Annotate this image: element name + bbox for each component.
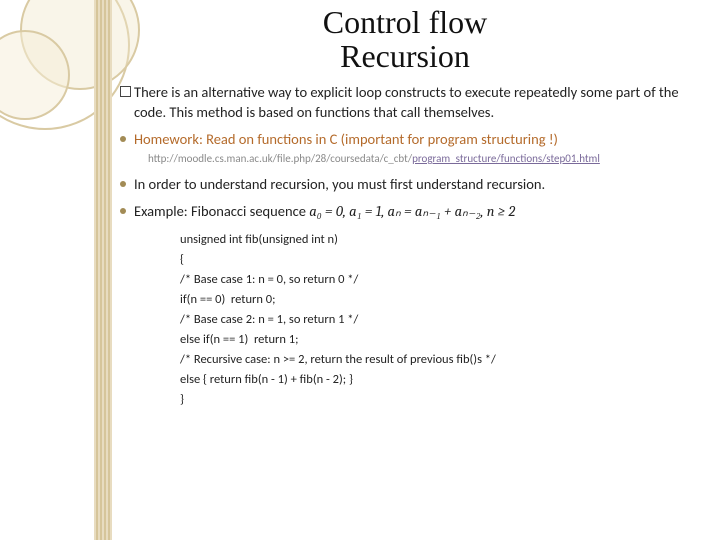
page-title: Control flow Recursion <box>195 6 615 73</box>
code-line: unsigned int fib(unsigned int n) <box>180 230 690 250</box>
code-block: unsigned int fib(unsigned int n) { /* Ba… <box>180 230 690 410</box>
code-line: else { return fib(n - 1) + fib(n - 2); } <box>180 370 690 390</box>
example-label: Example <box>134 202 184 220</box>
bullet-recursion-joke: In order to understand recursion, you mu… <box>120 175 690 195</box>
title-line-1: Control flow <box>323 4 487 40</box>
bullet-list: There is an alternative way to explicit … <box>120 83 690 222</box>
homework-text: : Read on functions in C (important for … <box>199 130 558 148</box>
code-line: /* Base case 1: n = 0, so return 0 */ <box>180 270 690 290</box>
code-line: { <box>180 250 690 270</box>
code-line: if(n == 0) return 0; <box>180 290 690 310</box>
intro-text: There is an alternative way to explicit … <box>134 83 679 121</box>
link-prefix: http://moodle.cs.man.ac.uk/file.php/28/c… <box>148 152 412 165</box>
homework-label: Homework <box>134 130 199 148</box>
link-path: program_structure/functions/step01.html <box>412 152 600 165</box>
example-text: : Fibonacci sequence <box>184 202 309 220</box>
joke-text: In order to understand recursion, you mu… <box>134 175 545 193</box>
title-line-2: Recursion <box>340 38 470 74</box>
bullet-homework: Homework: Read on functions in C (import… <box>120 130 690 166</box>
code-line: else if(n == 1) return 1; <box>180 330 690 350</box>
homework-link[interactable]: http://moodle.cs.man.ac.uk/file.php/28/c… <box>148 152 690 167</box>
code-line: /* Recursive case: n >= 2, return the re… <box>180 350 690 370</box>
code-line: } <box>180 390 690 410</box>
bullet-example: Example: Fibonacci sequence a₀ = 0, a₁ =… <box>120 202 690 222</box>
code-line: /* Base case 2: n = 1, so return 1 */ <box>180 310 690 330</box>
bullet-intro: There is an alternative way to explicit … <box>120 83 690 122</box>
slide-content: Control flow Recursion There is an alter… <box>0 0 720 540</box>
fibonacci-formula: a₀ = 0, a₁ = 1, aₙ = aₙ₋₁ + aₙ₋₂, n ≥ 2 <box>309 203 515 220</box>
